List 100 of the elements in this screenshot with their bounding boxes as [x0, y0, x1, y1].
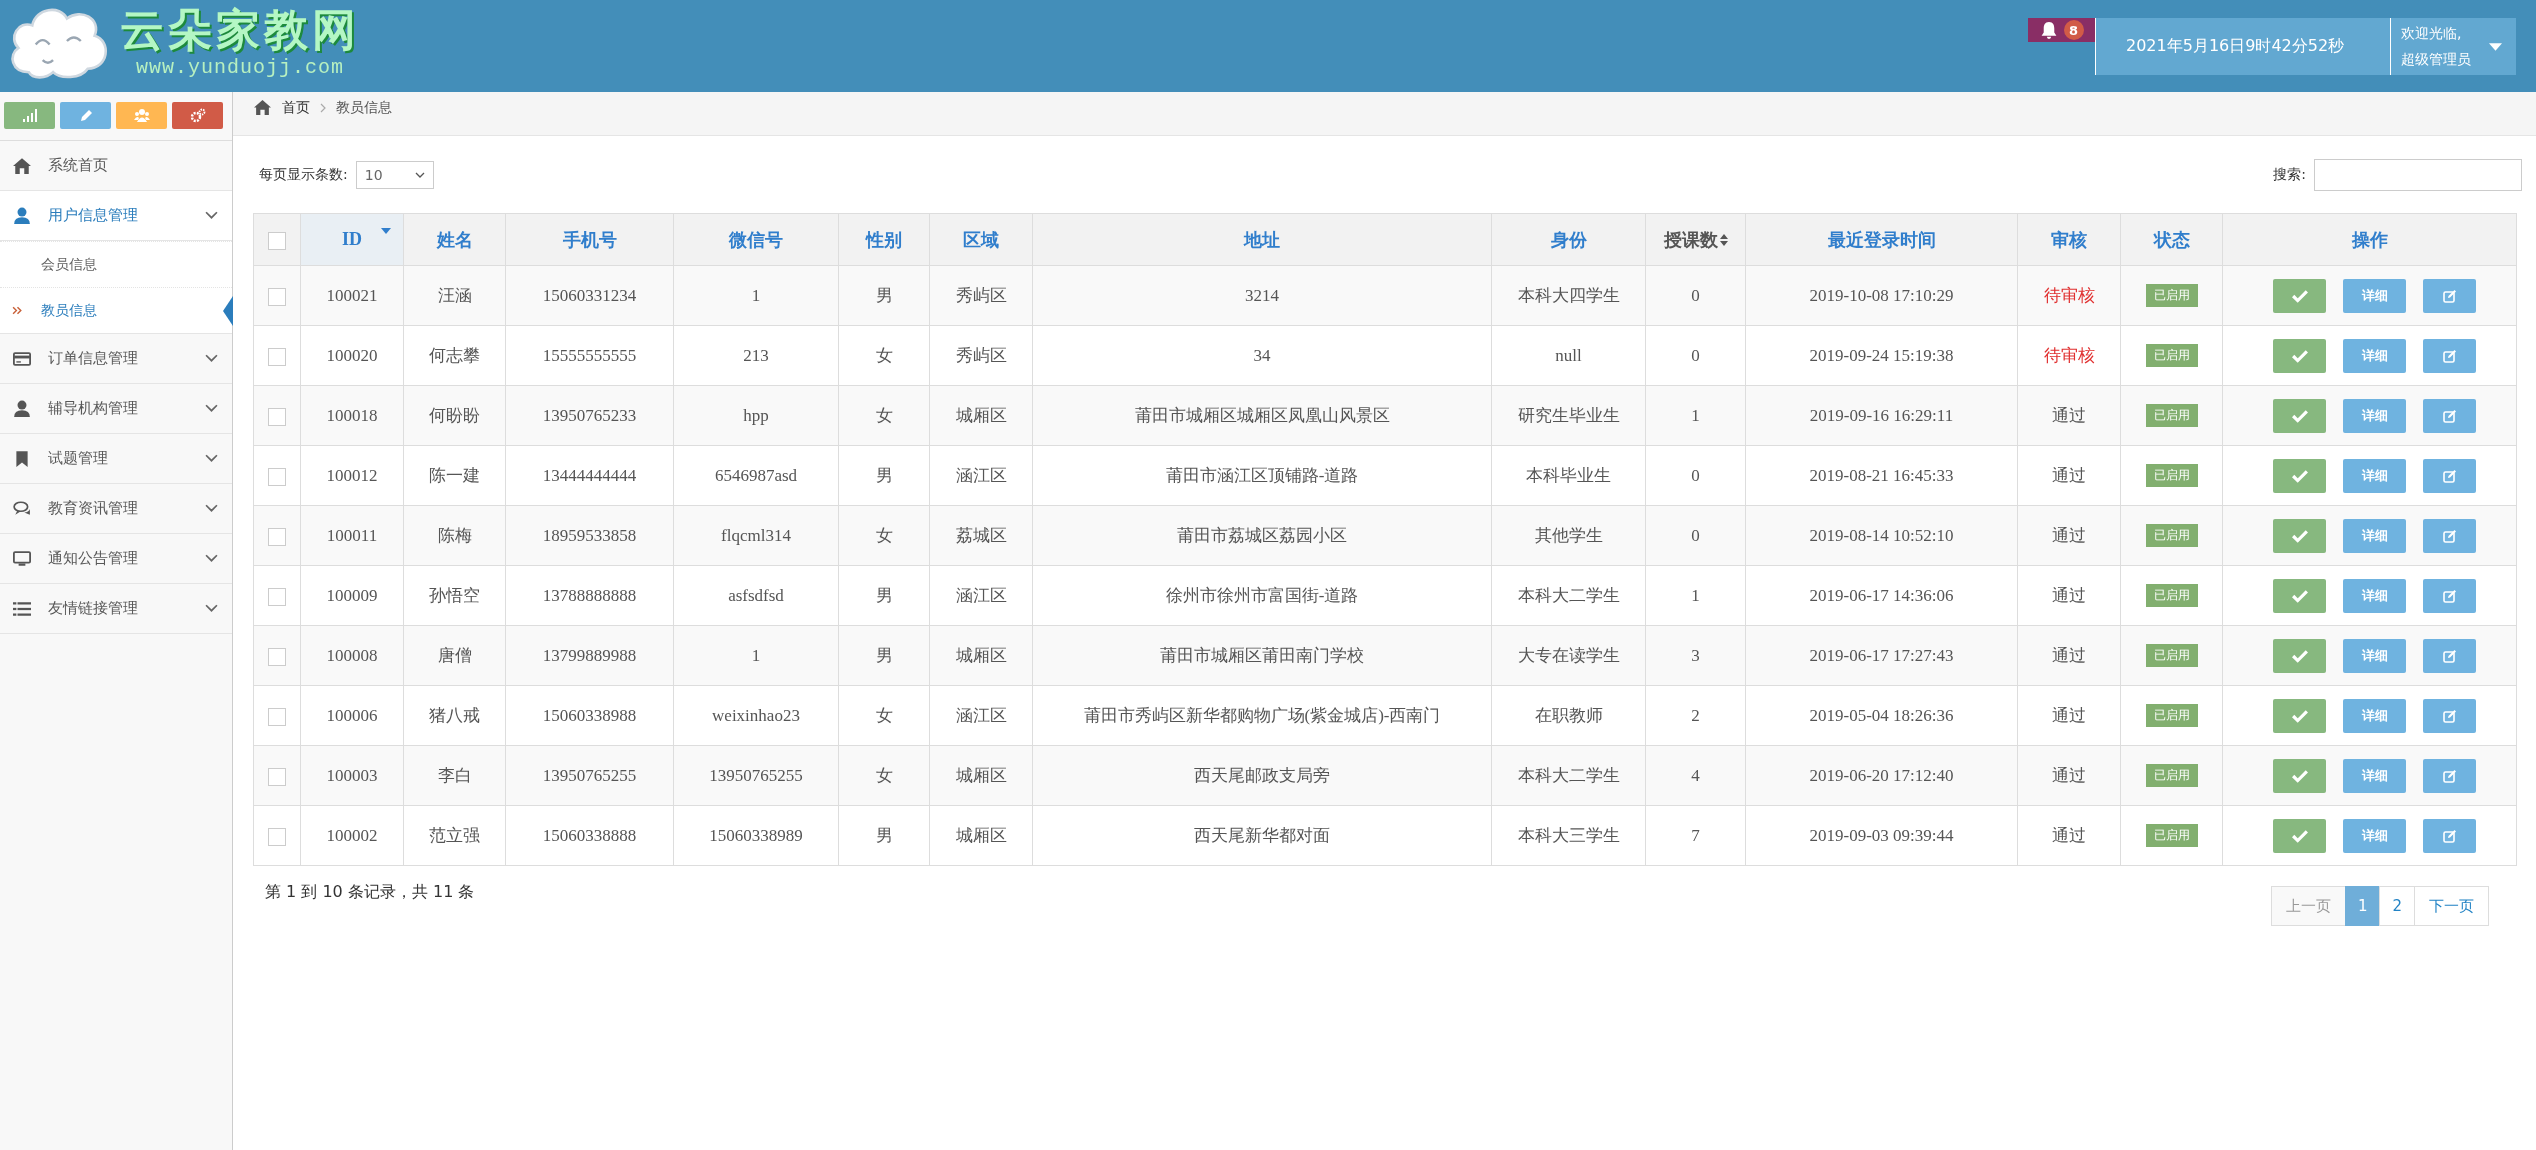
checkbox[interactable] — [268, 647, 286, 666]
detail-button[interactable]: 详细 — [2343, 818, 2406, 853]
edit-button[interactable] — [2423, 458, 2476, 493]
shortcut-button[interactable] — [60, 102, 111, 129]
approve-button[interactable] — [2273, 278, 2326, 313]
approve-button[interactable] — [2273, 818, 2326, 853]
table-cell: 秀屿区 — [955, 286, 1007, 305]
status-tag: 已启用 — [2145, 704, 2198, 727]
approve-button[interactable] — [2273, 338, 2326, 373]
check-icon — [2291, 468, 2308, 483]
page-number-button[interactable]: 1 — [2344, 886, 2381, 926]
page-size-select[interactable]: 10 — [355, 161, 434, 189]
table-cell: 何志攀 — [429, 346, 480, 365]
table-cell: 100009 — [326, 585, 378, 605]
approve-button[interactable] — [2273, 758, 2326, 793]
checkbox[interactable] — [268, 767, 286, 786]
detail-button[interactable]: 详细 — [2343, 638, 2406, 673]
table-cell: 城厢区 — [955, 826, 1007, 845]
edit-icon — [2441, 468, 2458, 483]
column-header: 最近登录时间 — [1827, 228, 1936, 252]
table-cell: 涵江区 — [955, 466, 1007, 485]
checkbox[interactable] — [268, 467, 286, 486]
page-number-button[interactable]: 2 — [2379, 886, 2415, 926]
edit-button[interactable] — [2423, 518, 2476, 553]
edit-button[interactable] — [2423, 818, 2476, 853]
approve-button[interactable] — [2273, 458, 2326, 493]
site-url: www.yunduojj.com — [136, 55, 344, 79]
table-cell: 13444444444 — [542, 465, 637, 485]
edit-icon — [2441, 348, 2458, 363]
table-cell: 涵江区 — [955, 586, 1007, 605]
table-cell: 城厢区 — [955, 406, 1007, 425]
chevron-right-icon — [320, 102, 326, 113]
table-cell: 2019-06-17 14:36:06 — [1809, 585, 1954, 605]
table-cell: 100008 — [326, 645, 378, 665]
edit-button[interactable] — [2423, 338, 2476, 373]
signal-icon — [21, 108, 38, 123]
edit-button[interactable] — [2423, 278, 2476, 313]
search-field[interactable] — [2314, 159, 2522, 191]
edit-button[interactable] — [2423, 398, 2476, 433]
shortcut-button[interactable] — [4, 102, 55, 129]
edit-icon — [2441, 288, 2458, 303]
check-icon — [2291, 768, 2308, 783]
audit-status: 通过 — [2052, 646, 2086, 665]
audit-status: 通过 — [2052, 406, 2086, 425]
checkbox[interactable] — [268, 827, 286, 846]
checkbox[interactable] — [268, 231, 286, 250]
table-cell: 本科毕业生 — [1526, 466, 1611, 485]
status-tag: 已启用 — [2145, 464, 2198, 487]
detail-button[interactable]: 详细 — [2343, 338, 2406, 373]
table-cell: 莆田市城厢区城厢区凤凰山风景区 — [1134, 406, 1390, 425]
detail-button[interactable]: 详细 — [2343, 698, 2406, 733]
user-menu[interactable]: 欢迎光临, 超级管理员 — [2390, 18, 2516, 75]
checkbox[interactable] — [268, 287, 286, 306]
approve-button[interactable] — [2273, 578, 2326, 613]
edit-button[interactable] — [2423, 698, 2476, 733]
detail-button[interactable]: 详细 — [2343, 398, 2406, 433]
table-cell: 李白 — [437, 766, 472, 785]
submenu-item[interactable]: 教员信息 — [0, 287, 232, 333]
shortcut-button[interactable] — [172, 102, 223, 129]
active-pointer-icon — [223, 296, 233, 326]
check-icon — [2291, 588, 2308, 603]
checkbox[interactable] — [268, 407, 286, 426]
edit-icon — [2441, 528, 2458, 543]
approve-button[interactable] — [2273, 698, 2326, 733]
edit-button[interactable] — [2423, 638, 2476, 673]
table-cell: hpp — [743, 405, 769, 425]
edit-button[interactable] — [2423, 758, 2476, 793]
edit-button[interactable] — [2423, 578, 2476, 613]
detail-button[interactable]: 详细 — [2343, 758, 2406, 793]
submenu-item[interactable]: 会员信息 — [0, 241, 232, 287]
table-cell: 2019-06-20 17:12:40 — [1809, 765, 1954, 785]
notification-button[interactable]: 8 — [2028, 18, 2095, 42]
table-cell: asfsdfsd — [728, 585, 784, 605]
check-icon — [2291, 528, 2308, 543]
table-cell: 男 — [875, 586, 893, 605]
next-page-button[interactable]: 下一页 — [2414, 886, 2489, 926]
detail-button[interactable]: 详细 — [2343, 278, 2406, 313]
sidebar-item[interactable]: 用户信息管理 — [0, 191, 232, 241]
detail-button[interactable]: 详细 — [2343, 578, 2406, 613]
column-header[interactable]: ID — [342, 229, 362, 250]
credit-card-icon — [12, 349, 32, 368]
detail-button[interactable]: 详细 — [2343, 458, 2406, 493]
chevron-icon — [205, 404, 218, 413]
shortcut-button[interactable] — [116, 102, 167, 129]
audit-status: 通过 — [2052, 706, 2086, 725]
table-cell: 西天尾邮政支局旁 — [1194, 766, 1330, 785]
table-cell: 在职教师 — [1534, 706, 1603, 725]
approve-button[interactable] — [2273, 398, 2326, 433]
checkbox[interactable] — [268, 707, 286, 726]
approve-button[interactable] — [2273, 518, 2326, 553]
breadcrumb-link[interactable]: 首页 — [282, 98, 310, 117]
checkbox[interactable] — [268, 587, 286, 606]
approve-button[interactable] — [2273, 638, 2326, 673]
detail-button[interactable]: 详细 — [2343, 518, 2406, 553]
checkbox[interactable] — [268, 347, 286, 366]
checkbox[interactable] — [268, 527, 286, 546]
table-cell: 其他学生 — [1534, 526, 1603, 545]
bell-icon — [2039, 20, 2058, 40]
table-cell: 男 — [875, 286, 893, 305]
edit-icon — [2441, 408, 2458, 423]
